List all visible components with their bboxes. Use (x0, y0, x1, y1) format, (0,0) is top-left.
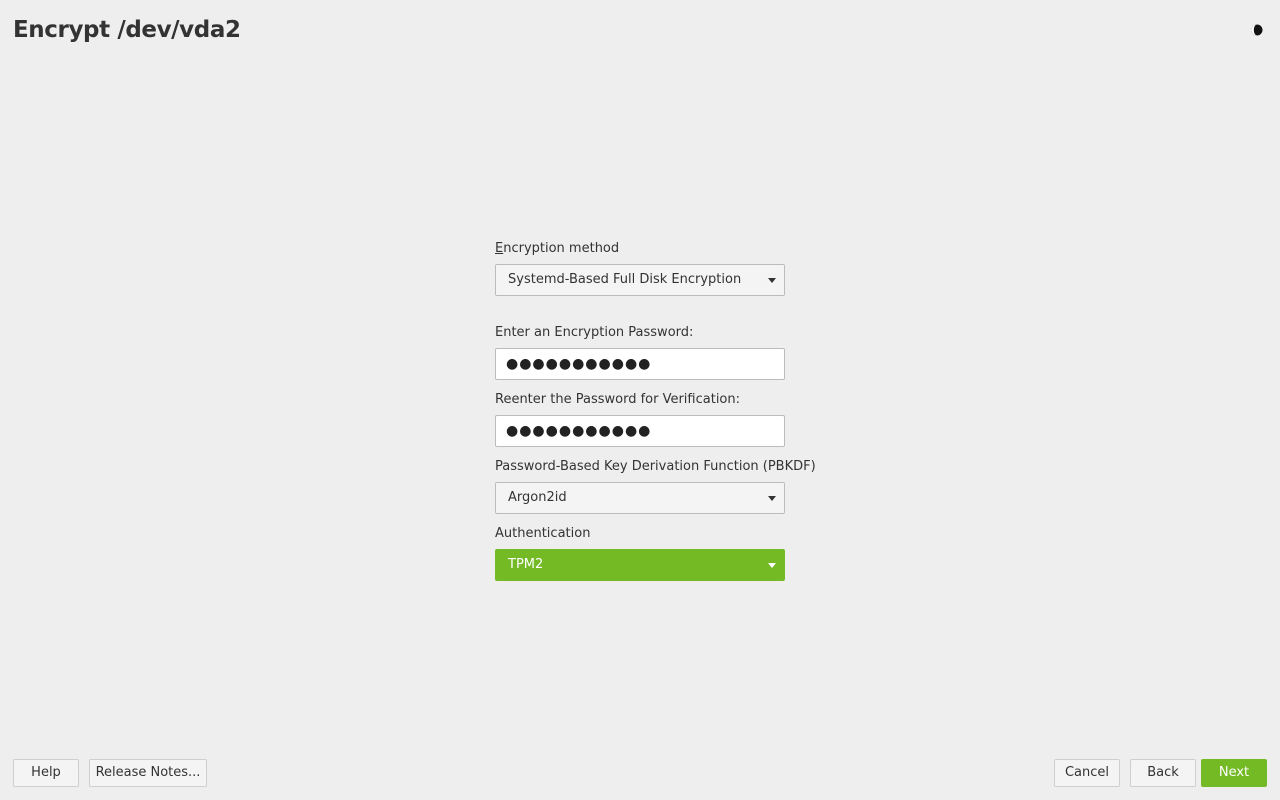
chevron-down-icon (768, 496, 776, 501)
release-notes-button[interactable]: Release Notes... (89, 759, 207, 787)
chevron-down-icon (768, 563, 776, 568)
page-title: Encrypt /dev/vda2 (13, 17, 241, 43)
theme-toggle-graphic (1251, 24, 1263, 36)
encryption-method-label: Encryption method (495, 240, 785, 258)
password-input[interactable]: ●●●●●●●●●●● (495, 348, 785, 380)
encryption-method-select[interactable]: Systemd-Based Full Disk Encryption (495, 264, 785, 296)
help-button[interactable]: Help (13, 759, 79, 787)
authentication-label: Authentication (495, 526, 591, 541)
pbkdf-label: Password-Based Key Derivation Function (… (495, 459, 816, 474)
password-verify-label: Reenter the Password for Verification: (495, 392, 741, 407)
half-moon-icon[interactable] (1248, 21, 1266, 39)
encryption-method-value: Systemd-Based Full Disk Encryption (508, 272, 742, 287)
authentication-value: TPM2 (508, 557, 544, 572)
chevron-down-icon (768, 278, 776, 283)
back-button[interactable]: Back (1130, 759, 1196, 787)
password-verify-input[interactable]: ●●●●●●●●●●● (495, 415, 785, 447)
cancel-button[interactable]: Cancel (1054, 759, 1120, 787)
encryption-method-label-rest: ncryption method (503, 241, 620, 256)
password-label: Enter an Encryption Password: (495, 325, 694, 340)
encryption-form: Encryption method Systemd-Based Full Dis… (495, 240, 816, 581)
encryption-method-mnemonic: E (495, 241, 504, 256)
next-button[interactable]: Next (1201, 759, 1267, 787)
installer-window: Encrypt /dev/vda2 Encryption method Syst… (0, 0, 1280, 800)
pbkdf-select[interactable]: Argon2id (495, 482, 785, 514)
authentication-select[interactable]: TPM2 (495, 549, 785, 581)
pbkdf-value: Argon2id (508, 490, 567, 505)
